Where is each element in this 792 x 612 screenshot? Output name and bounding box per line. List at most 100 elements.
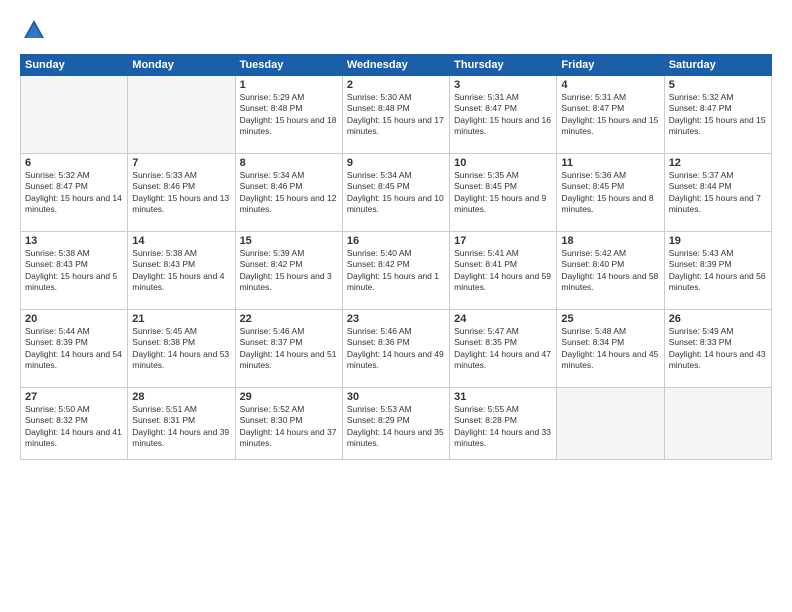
week-row-1: 1Sunrise: 5:29 AMSunset: 8:48 PMDaylight… xyxy=(21,76,772,154)
day-info: Sunrise: 5:53 AMSunset: 8:29 PMDaylight:… xyxy=(347,404,445,450)
day-number: 5 xyxy=(669,79,767,91)
day-info: Sunrise: 5:55 AMSunset: 8:28 PMDaylight:… xyxy=(454,404,552,450)
header xyxy=(20,16,772,44)
calendar-cell: 24Sunrise: 5:47 AMSunset: 8:35 PMDayligh… xyxy=(450,310,557,388)
day-header-tuesday: Tuesday xyxy=(235,55,342,76)
calendar-cell xyxy=(664,388,771,460)
day-info: Sunrise: 5:40 AMSunset: 8:42 PMDaylight:… xyxy=(347,248,445,294)
day-info: Sunrise: 5:44 AMSunset: 8:39 PMDaylight:… xyxy=(25,326,123,372)
day-number: 1 xyxy=(240,79,338,91)
day-info: Sunrise: 5:37 AMSunset: 8:44 PMDaylight:… xyxy=(669,170,767,216)
day-number: 23 xyxy=(347,313,445,325)
day-header-monday: Monday xyxy=(128,55,235,76)
calendar-cell: 22Sunrise: 5:46 AMSunset: 8:37 PMDayligh… xyxy=(235,310,342,388)
day-number: 30 xyxy=(347,391,445,403)
calendar-cell: 11Sunrise: 5:36 AMSunset: 8:45 PMDayligh… xyxy=(557,154,664,232)
day-info: Sunrise: 5:52 AMSunset: 8:30 PMDaylight:… xyxy=(240,404,338,450)
day-number: 25 xyxy=(561,313,659,325)
calendar-cell xyxy=(128,76,235,154)
day-info: Sunrise: 5:30 AMSunset: 8:48 PMDaylight:… xyxy=(347,92,445,138)
calendar-cell: 27Sunrise: 5:50 AMSunset: 8:32 PMDayligh… xyxy=(21,388,128,460)
day-number: 14 xyxy=(132,235,230,247)
calendar-cell: 9Sunrise: 5:34 AMSunset: 8:45 PMDaylight… xyxy=(342,154,449,232)
day-info: Sunrise: 5:41 AMSunset: 8:41 PMDaylight:… xyxy=(454,248,552,294)
week-row-2: 6Sunrise: 5:32 AMSunset: 8:47 PMDaylight… xyxy=(21,154,772,232)
calendar-cell: 17Sunrise: 5:41 AMSunset: 8:41 PMDayligh… xyxy=(450,232,557,310)
page: SundayMondayTuesdayWednesdayThursdayFrid… xyxy=(0,0,792,612)
day-number: 29 xyxy=(240,391,338,403)
day-number: 6 xyxy=(25,157,123,169)
day-info: Sunrise: 5:35 AMSunset: 8:45 PMDaylight:… xyxy=(454,170,552,216)
day-info: Sunrise: 5:42 AMSunset: 8:40 PMDaylight:… xyxy=(561,248,659,294)
calendar-cell: 28Sunrise: 5:51 AMSunset: 8:31 PMDayligh… xyxy=(128,388,235,460)
day-number: 19 xyxy=(669,235,767,247)
day-number: 16 xyxy=(347,235,445,247)
week-row-3: 13Sunrise: 5:38 AMSunset: 8:43 PMDayligh… xyxy=(21,232,772,310)
calendar-cell: 10Sunrise: 5:35 AMSunset: 8:45 PMDayligh… xyxy=(450,154,557,232)
day-number: 15 xyxy=(240,235,338,247)
calendar-cell: 16Sunrise: 5:40 AMSunset: 8:42 PMDayligh… xyxy=(342,232,449,310)
calendar-cell: 4Sunrise: 5:31 AMSunset: 8:47 PMDaylight… xyxy=(557,76,664,154)
day-number: 20 xyxy=(25,313,123,325)
day-number: 28 xyxy=(132,391,230,403)
calendar-cell: 6Sunrise: 5:32 AMSunset: 8:47 PMDaylight… xyxy=(21,154,128,232)
day-number: 2 xyxy=(347,79,445,91)
logo-icon xyxy=(20,16,48,44)
day-info: Sunrise: 5:32 AMSunset: 8:47 PMDaylight:… xyxy=(25,170,123,216)
day-info: Sunrise: 5:45 AMSunset: 8:38 PMDaylight:… xyxy=(132,326,230,372)
day-info: Sunrise: 5:38 AMSunset: 8:43 PMDaylight:… xyxy=(25,248,123,294)
day-info: Sunrise: 5:29 AMSunset: 8:48 PMDaylight:… xyxy=(240,92,338,138)
day-info: Sunrise: 5:34 AMSunset: 8:45 PMDaylight:… xyxy=(347,170,445,216)
day-number: 26 xyxy=(669,313,767,325)
logo xyxy=(20,16,52,44)
day-info: Sunrise: 5:48 AMSunset: 8:34 PMDaylight:… xyxy=(561,326,659,372)
day-number: 27 xyxy=(25,391,123,403)
day-number: 17 xyxy=(454,235,552,247)
calendar-cell: 3Sunrise: 5:31 AMSunset: 8:47 PMDaylight… xyxy=(450,76,557,154)
day-header-thursday: Thursday xyxy=(450,55,557,76)
day-info: Sunrise: 5:36 AMSunset: 8:45 PMDaylight:… xyxy=(561,170,659,216)
day-number: 10 xyxy=(454,157,552,169)
day-number: 3 xyxy=(454,79,552,91)
day-header-saturday: Saturday xyxy=(664,55,771,76)
day-info: Sunrise: 5:39 AMSunset: 8:42 PMDaylight:… xyxy=(240,248,338,294)
day-header-sunday: Sunday xyxy=(21,55,128,76)
calendar-cell: 23Sunrise: 5:46 AMSunset: 8:36 PMDayligh… xyxy=(342,310,449,388)
calendar-cell xyxy=(21,76,128,154)
calendar-cell: 7Sunrise: 5:33 AMSunset: 8:46 PMDaylight… xyxy=(128,154,235,232)
day-number: 9 xyxy=(347,157,445,169)
calendar-header-row: SundayMondayTuesdayWednesdayThursdayFrid… xyxy=(21,55,772,76)
calendar-cell: 1Sunrise: 5:29 AMSunset: 8:48 PMDaylight… xyxy=(235,76,342,154)
day-number: 22 xyxy=(240,313,338,325)
week-row-5: 27Sunrise: 5:50 AMSunset: 8:32 PMDayligh… xyxy=(21,388,772,460)
day-info: Sunrise: 5:50 AMSunset: 8:32 PMDaylight:… xyxy=(25,404,123,450)
day-info: Sunrise: 5:49 AMSunset: 8:33 PMDaylight:… xyxy=(669,326,767,372)
calendar-cell: 12Sunrise: 5:37 AMSunset: 8:44 PMDayligh… xyxy=(664,154,771,232)
day-info: Sunrise: 5:47 AMSunset: 8:35 PMDaylight:… xyxy=(454,326,552,372)
calendar-cell: 5Sunrise: 5:32 AMSunset: 8:47 PMDaylight… xyxy=(664,76,771,154)
day-number: 18 xyxy=(561,235,659,247)
day-info: Sunrise: 5:46 AMSunset: 8:37 PMDaylight:… xyxy=(240,326,338,372)
day-number: 7 xyxy=(132,157,230,169)
day-header-wednesday: Wednesday xyxy=(342,55,449,76)
day-info: Sunrise: 5:43 AMSunset: 8:39 PMDaylight:… xyxy=(669,248,767,294)
calendar-table: SundayMondayTuesdayWednesdayThursdayFrid… xyxy=(20,54,772,460)
calendar-cell: 29Sunrise: 5:52 AMSunset: 8:30 PMDayligh… xyxy=(235,388,342,460)
day-info: Sunrise: 5:33 AMSunset: 8:46 PMDaylight:… xyxy=(132,170,230,216)
calendar-cell: 30Sunrise: 5:53 AMSunset: 8:29 PMDayligh… xyxy=(342,388,449,460)
calendar-cell: 15Sunrise: 5:39 AMSunset: 8:42 PMDayligh… xyxy=(235,232,342,310)
day-info: Sunrise: 5:31 AMSunset: 8:47 PMDaylight:… xyxy=(561,92,659,138)
day-info: Sunrise: 5:32 AMSunset: 8:47 PMDaylight:… xyxy=(669,92,767,138)
day-header-friday: Friday xyxy=(557,55,664,76)
day-number: 11 xyxy=(561,157,659,169)
calendar-cell: 25Sunrise: 5:48 AMSunset: 8:34 PMDayligh… xyxy=(557,310,664,388)
calendar-cell: 19Sunrise: 5:43 AMSunset: 8:39 PMDayligh… xyxy=(664,232,771,310)
calendar-cell: 14Sunrise: 5:38 AMSunset: 8:43 PMDayligh… xyxy=(128,232,235,310)
calendar-cell: 21Sunrise: 5:45 AMSunset: 8:38 PMDayligh… xyxy=(128,310,235,388)
day-info: Sunrise: 5:46 AMSunset: 8:36 PMDaylight:… xyxy=(347,326,445,372)
calendar-cell: 26Sunrise: 5:49 AMSunset: 8:33 PMDayligh… xyxy=(664,310,771,388)
day-info: Sunrise: 5:51 AMSunset: 8:31 PMDaylight:… xyxy=(132,404,230,450)
calendar-cell: 13Sunrise: 5:38 AMSunset: 8:43 PMDayligh… xyxy=(21,232,128,310)
day-number: 21 xyxy=(132,313,230,325)
calendar-cell: 31Sunrise: 5:55 AMSunset: 8:28 PMDayligh… xyxy=(450,388,557,460)
